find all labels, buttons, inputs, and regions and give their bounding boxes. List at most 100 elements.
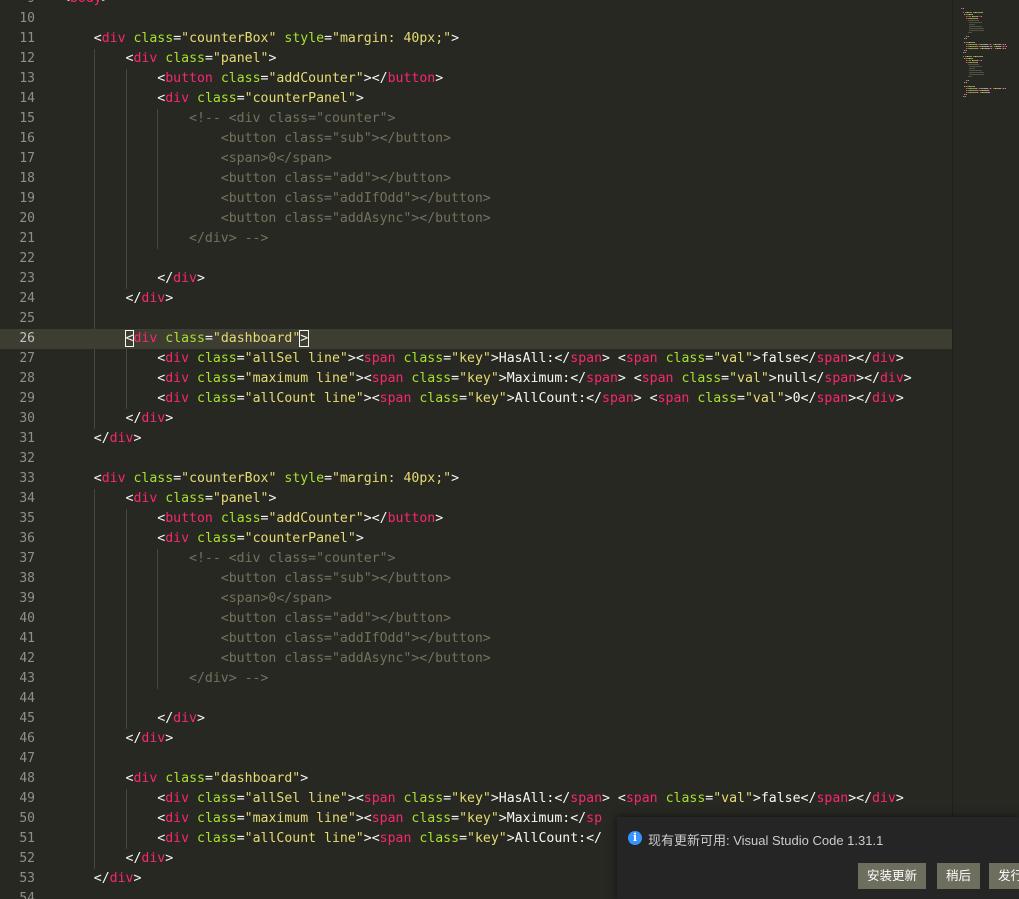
- line-number: 21: [19, 231, 35, 246]
- minimap[interactable]: [952, 0, 1019, 899]
- line-code: <button class="add"></button>: [62, 611, 452, 626]
- line-number: 20: [19, 211, 35, 226]
- code-line[interactable]: 12 <div class="panel">: [0, 49, 952, 69]
- code-line[interactable]: 49 <div class="allSel line"><span class=…: [0, 789, 952, 809]
- code-line[interactable]: 21 </div> -->: [0, 229, 952, 249]
- code-line[interactable]: 43 </div> -->: [0, 669, 952, 689]
- line-code: <!-- <div class="counter">: [62, 111, 396, 126]
- later-button[interactable]: 稍后: [937, 863, 981, 889]
- code-line[interactable]: 30 </div>: [0, 409, 952, 429]
- code-line[interactable]: 27 <div class="allSel line"><span class=…: [0, 349, 952, 369]
- code-line[interactable]: 22: [0, 249, 952, 269]
- line-number: 42: [19, 651, 35, 666]
- line-number: 22: [19, 251, 35, 266]
- code-line[interactable]: 23 </div>: [0, 269, 952, 289]
- line-number: 23: [19, 271, 35, 286]
- line-number: 11: [19, 31, 35, 46]
- line-code: <div class="allSel line"><span class="ke…: [62, 791, 904, 806]
- code-line[interactable]: 17 <span>0</span>: [0, 149, 952, 169]
- code-line[interactable]: 29 <div class="allCount line"><span clas…: [0, 389, 952, 409]
- line-number: 37: [19, 551, 35, 566]
- code-line[interactable]: 42 <button class="addAsync"></button>: [0, 649, 952, 669]
- code-editor[interactable]: 9 <body> 10 11 <div class="counterBox" styl…: [0, 0, 952, 899]
- code-line[interactable]: 33 <div class="counterBox" style="margin…: [0, 469, 952, 489]
- line-code: <button class="sub"></button>: [62, 131, 452, 146]
- code-line[interactable]: 9 <body>: [0, 0, 952, 9]
- code-line[interactable]: 26 <div class="dashboard">: [0, 329, 952, 349]
- code-line[interactable]: 20 <button class="addAsync"></button>: [0, 209, 952, 229]
- minimap-stroke: [969, 30, 984, 31]
- line-number: 24: [19, 291, 35, 306]
- code-line[interactable]: 47: [0, 749, 952, 769]
- line-number: 10: [19, 11, 35, 26]
- code-line[interactable]: 48 <div class="dashboard">: [0, 769, 952, 789]
- install-update-button[interactable]: 安装更新: [858, 863, 927, 889]
- line-number: 51: [19, 831, 35, 846]
- code-line[interactable]: 24 </div>: [0, 289, 952, 309]
- code-line[interactable]: 15 <!-- <div class="counter">: [0, 109, 952, 129]
- line-code: <button class="addIfOdd"></button>: [62, 191, 491, 206]
- line-number: 26: [19, 331, 35, 346]
- line-code: <button class="sub"></button>: [62, 571, 452, 586]
- line-code: <button class="add"></button>: [62, 171, 452, 186]
- line-code: <div class="counterPanel">: [62, 91, 364, 106]
- line-number: 46: [19, 731, 35, 746]
- line-code: </div> -->: [62, 671, 269, 686]
- code-line[interactable]: 18 <button class="add"></button>: [0, 169, 952, 189]
- code-line[interactable]: 28 <div class="maximum line"><span class…: [0, 369, 952, 389]
- code-line[interactable]: 32: [0, 449, 952, 469]
- line-number: 18: [19, 171, 35, 186]
- code-line[interactable]: 40 <button class="add"></button>: [0, 609, 952, 629]
- line-code: </div>: [62, 431, 142, 446]
- line-code: <div class="maximum line"><span class="k…: [62, 811, 603, 826]
- line-number: 44: [19, 691, 35, 706]
- line-number: 15: [19, 111, 35, 126]
- line-number: 49: [19, 791, 35, 806]
- update-notification: i 现有更新可用: Visual Studio Code 1.31.1 安装更新…: [617, 817, 1019, 899]
- code-line[interactable]: 38 <button class="sub"></button>: [0, 569, 952, 589]
- line-number: 45: [19, 711, 35, 726]
- code-line[interactable]: 31 </div>: [0, 429, 952, 449]
- line-code: <div class="counterBox" style="margin: 4…: [62, 471, 460, 486]
- minimap-stroke: [969, 26, 982, 27]
- line-number: 33: [19, 471, 35, 486]
- code-line[interactable]: 46 </div>: [0, 729, 952, 749]
- code-line[interactable]: 35 <button class="addCounter"></button>: [0, 509, 952, 529]
- line-code: </div>: [62, 291, 174, 306]
- line-code: <div class="dashboard">: [62, 771, 309, 786]
- release-notes-button[interactable]: 发行: [989, 863, 1019, 889]
- code-line[interactable]: 16 <button class="sub"></button>: [0, 129, 952, 149]
- line-number: 25: [19, 311, 35, 326]
- code-line[interactable]: 10: [0, 9, 952, 29]
- code-line[interactable]: 34 <div class="panel">: [0, 489, 952, 509]
- code-line[interactable]: 14 <div class="counterPanel">: [0, 89, 952, 109]
- code-line[interactable]: 36 <div class="counterPanel">: [0, 529, 952, 549]
- line-code: <div class="dashboard">: [124, 330, 310, 347]
- minimap-stroke: [969, 24, 976, 25]
- line-number: 39: [19, 591, 35, 606]
- line-code: <body>: [62, 0, 110, 9]
- line-code: <div class="allCount line"><span class="…: [62, 831, 602, 846]
- line-number: 19: [19, 191, 35, 206]
- line-number: 16: [19, 131, 35, 146]
- code-line[interactable]: 44: [0, 689, 952, 709]
- line-number: 50: [19, 811, 35, 826]
- code-line[interactable]: 25: [0, 309, 952, 329]
- minimap-stroke: [969, 22, 982, 23]
- line-number: 47: [19, 751, 35, 766]
- code-line[interactable]: 45 </div>: [0, 709, 952, 729]
- line-code: <!-- <div class="counter">: [62, 551, 396, 566]
- code-line[interactable]: 39 <span>0</span>: [0, 589, 952, 609]
- code-line[interactable]: 11 <div class="counterBox" style="margin…: [0, 29, 952, 49]
- line-code: <div class="panel">: [62, 491, 277, 506]
- info-icon: i: [628, 831, 642, 845]
- code-line[interactable]: 19 <button class="addIfOdd"></button>: [0, 189, 952, 209]
- minimap-stroke: [969, 74, 984, 75]
- line-number: 28: [19, 371, 35, 386]
- code-line[interactable]: 41 <button class="addIfOdd"></button>: [0, 629, 952, 649]
- line-code: <div class="allCount line"><span class="…: [62, 391, 904, 406]
- line-code: <button class="addCounter"></button>: [62, 511, 444, 526]
- minimap-stroke: [967, 32, 972, 33]
- code-line[interactable]: 37 <!-- <div class="counter">: [0, 549, 952, 569]
- code-line[interactable]: 13 <button class="addCounter"></button>: [0, 69, 952, 89]
